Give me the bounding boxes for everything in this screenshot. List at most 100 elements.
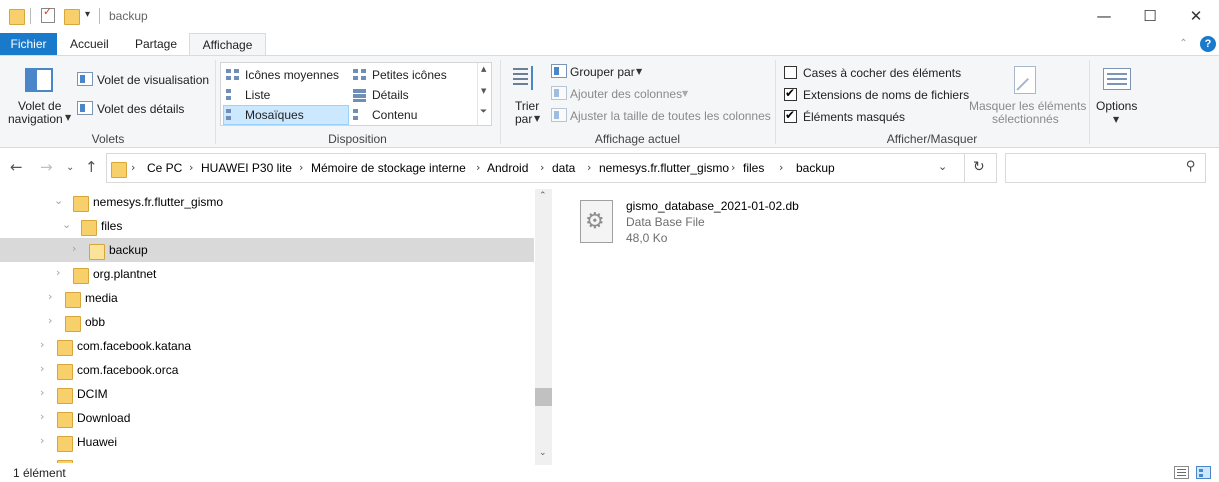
collapsed-chevron-icon[interactable]: ›: [48, 290, 52, 303]
address-bar[interactable]: › Ce PC › HUAWEI P30 lite › Mémoire de s…: [106, 153, 997, 183]
breadcrumb-chevron-icon[interactable]: ›: [131, 161, 135, 174]
gallery-down-icon[interactable]: ▼: [481, 87, 486, 95]
gallery-up-icon[interactable]: ▲: [481, 65, 486, 73]
gallery-expand-icon[interactable]: ⏷: [480, 107, 487, 117]
sort-by-button[interactable]: Trier par ▼: [507, 62, 545, 128]
up-button[interactable]: ↑: [85, 158, 98, 176]
tree-item-obb[interactable]: › obb: [0, 310, 534, 334]
tree-item-partial[interactable]: ›: [0, 454, 534, 463]
forward-button[interactable]: →: [40, 158, 53, 176]
hidden-items-toggle[interactable]: Éléments masqués: [782, 108, 962, 126]
scroll-up-icon[interactable]: ⌃: [539, 191, 547, 201]
scrollbar-thumb[interactable]: [535, 388, 552, 406]
expanded-chevron-icon[interactable]: ⌄: [62, 218, 71, 231]
preview-pane-button[interactable]: Volet de visualisation: [75, 70, 209, 90]
tree-item-facebook-orca[interactable]: › com.facebook.orca: [0, 358, 534, 382]
group-label-volets: Volets: [91, 132, 125, 146]
close-button[interactable]: ✕: [1173, 0, 1219, 33]
collapsed-chevron-icon[interactable]: ›: [48, 314, 52, 327]
breadcrumb-item[interactable]: files: [743, 161, 764, 175]
breadcrumb-chevron-icon[interactable]: ›: [779, 161, 783, 174]
item-checkboxes-toggle[interactable]: Cases à cocher des éléments: [782, 64, 962, 82]
details-pane-icon: [77, 101, 93, 115]
collapsed-chevron-icon[interactable]: ›: [56, 266, 60, 279]
hide-selected-button[interactable]: Masquer les éléments sélectionnés: [966, 62, 1086, 128]
tab-fichier[interactable]: Fichier: [0, 33, 57, 55]
small-icons-icon: [353, 68, 368, 82]
folder-icon: [57, 386, 73, 404]
breadcrumb-chevron-icon[interactable]: ›: [189, 161, 193, 174]
tree-item-backup[interactable]: › backup: [0, 238, 534, 262]
details-pane-button[interactable]: Volet des détails: [75, 99, 209, 119]
breadcrumb-item[interactable]: backup: [796, 161, 835, 175]
minimize-button[interactable]: —: [1081, 0, 1127, 33]
tree-item-nemesys[interactable]: ⌄ nemesys.fr.flutter_gismo: [0, 190, 534, 214]
group-by-button[interactable]: Grouper par ▼: [550, 62, 660, 82]
tab-partage[interactable]: Partage: [125, 33, 187, 55]
layout-medium-icons[interactable]: Icônes moyennes: [223, 65, 349, 85]
breadcrumb-item[interactable]: Ce PC: [147, 161, 182, 175]
search-input[interactable]: ⚲: [1005, 153, 1206, 183]
breadcrumb-item[interactable]: Android: [487, 161, 528, 175]
breadcrumb-chevron-icon[interactable]: ›: [731, 161, 735, 174]
tree-item-media[interactable]: › media: [0, 286, 534, 310]
scroll-down-icon[interactable]: ⌄: [539, 448, 547, 458]
tree-item-dcim[interactable]: › DCIM: [0, 382, 534, 406]
layout-content[interactable]: Contenu: [350, 105, 476, 125]
breadcrumb-chevron-icon[interactable]: ›: [540, 161, 544, 174]
add-columns-button[interactable]: Ajouter des colonnes ▼: [550, 84, 695, 104]
tree-item-label: com.facebook.orca: [77, 363, 179, 377]
breadcrumb-item[interactable]: HUAWEI P30 lite: [201, 161, 292, 175]
back-button[interactable]: ←: [10, 158, 23, 176]
tab-accueil[interactable]: Accueil: [60, 33, 119, 55]
help-icon[interactable]: ?: [1200, 36, 1216, 52]
breadcrumb-item[interactable]: nemesys.fr.flutter_gismo: [599, 161, 729, 175]
collapse-ribbon-icon[interactable]: ⌃: [1177, 37, 1190, 50]
properties-icon[interactable]: ✓: [41, 5, 55, 23]
layout-tiles[interactable]: Mosaïques: [223, 105, 349, 125]
tree-item-org-plantnet[interactable]: › org.plantnet: [0, 262, 534, 286]
item-checkboxes-checkbox[interactable]: [784, 66, 797, 79]
breadcrumb-chevron-icon[interactable]: ›: [587, 161, 591, 174]
tree-item-huawei[interactable]: › Huawei: [0, 430, 534, 454]
navigation-pane-button[interactable]: Volet de navigation ▼: [4, 60, 71, 130]
maximize-button[interactable]: ☐: [1127, 0, 1173, 33]
collapsed-chevron-icon[interactable]: ›: [40, 362, 44, 375]
layout-details[interactable]: Détails: [350, 85, 476, 105]
collapsed-chevron-icon[interactable]: ›: [72, 242, 76, 255]
tree-item-facebook-katana[interactable]: › com.facebook.katana: [0, 334, 534, 358]
layout-list[interactable]: Liste: [223, 85, 349, 105]
fit-columns-label: Ajuster la taille de toutes les colonnes: [570, 109, 771, 123]
tab-affichage[interactable]: Affichage: [189, 33, 266, 56]
details-view-icon[interactable]: [1174, 466, 1189, 479]
address-dropdown-chevron-icon[interactable]: ⌄: [938, 160, 947, 173]
breadcrumb-item[interactable]: data: [552, 161, 575, 175]
tree-scrollbar[interactable]: ⌃ ⌄: [535, 189, 552, 465]
hidden-items-checkbox[interactable]: [784, 108, 797, 123]
breadcrumb-item[interactable]: Mémoire de stockage interne: [311, 161, 466, 175]
file-tile[interactable]: ⚙ gismo_database_2021-01-02.db Data Base…: [576, 195, 816, 249]
breadcrumb-chevron-icon[interactable]: ›: [299, 161, 303, 174]
tree-item-download[interactable]: › Download: [0, 406, 534, 430]
gallery-scroll[interactable]: ▲ ▼ ⏷: [477, 63, 491, 125]
layout-label: Mosaïques: [245, 108, 304, 122]
collapsed-chevron-icon[interactable]: ›: [40, 338, 44, 351]
group-separator: [1089, 60, 1090, 144]
layout-small-icons[interactable]: Petites icônes: [350, 65, 476, 85]
tree-item-files[interactable]: ⌄ files: [0, 214, 534, 238]
qat-dropdown-icon[interactable]: ▾: [85, 9, 90, 20]
collapsed-chevron-icon[interactable]: ›: [40, 434, 44, 447]
tiles-view-icon[interactable]: [1196, 466, 1211, 479]
collapsed-chevron-icon[interactable]: ›: [40, 410, 44, 423]
file-extensions-toggle[interactable]: Extensions de noms de fichiers: [782, 86, 969, 104]
recent-locations-chevron-icon[interactable]: ⌄: [66, 162, 74, 173]
refresh-icon[interactable]: ↻: [973, 159, 985, 175]
file-extensions-checkbox[interactable]: [784, 86, 797, 101]
fit-columns-button[interactable]: Ajuster la taille de toutes les colonnes: [550, 106, 771, 126]
breadcrumb-chevron-icon[interactable]: ›: [476, 161, 480, 174]
options-button[interactable]: Options ▼: [1093, 62, 1141, 128]
expanded-chevron-icon[interactable]: ⌄: [54, 194, 63, 207]
collapsed-chevron-icon[interactable]: ›: [40, 386, 44, 399]
new-folder-icon[interactable]: [64, 7, 80, 25]
group-separator: [500, 60, 501, 144]
